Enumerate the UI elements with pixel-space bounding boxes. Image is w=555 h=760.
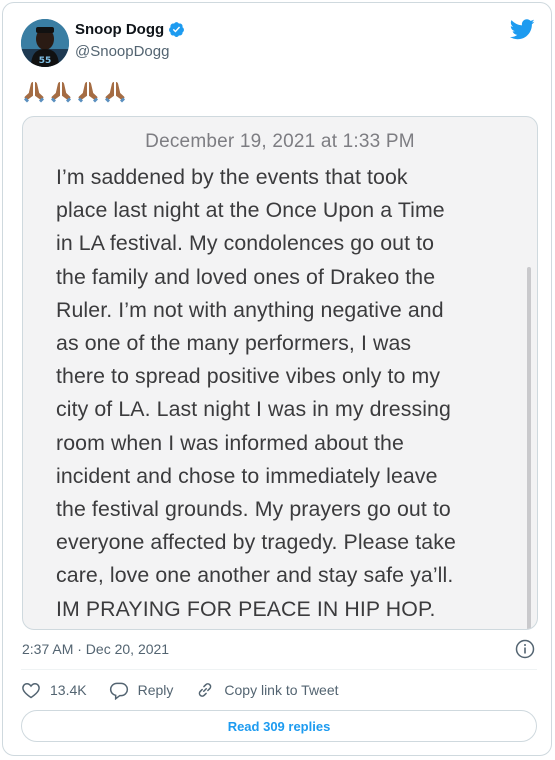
tweet-card: 55 Snoop Dogg @SnoopDogg 🙏🏾🙏🏾🙏🏾🙏🏾 bbox=[2, 2, 552, 756]
reply-label: Reply bbox=[137, 682, 174, 698]
praying-hands-icon bbox=[105, 82, 125, 103]
note-line: city of LA. Last night I was in my dress… bbox=[56, 397, 451, 422]
note-line: there to spread positive vibes only to m… bbox=[56, 364, 441, 389]
like-button[interactable]: 13.4K bbox=[21, 680, 87, 700]
copy-link-label: Copy link to Tweet bbox=[224, 682, 339, 698]
note-line: room when I was informed about the bbox=[56, 430, 404, 455]
praying-hands-icon bbox=[51, 82, 71, 103]
note-line: I’m saddened by the events that took bbox=[56, 165, 408, 189]
verified-badge-icon bbox=[169, 22, 185, 37]
note-line: as one of the many performers, I was bbox=[56, 331, 412, 356]
note-line: in LA festival. My condolences go out to bbox=[56, 231, 435, 256]
reply-button[interactable]: Reply bbox=[109, 680, 174, 700]
praying-hands-icon bbox=[24, 82, 44, 103]
copy-link-button[interactable]: Copy link to Tweet bbox=[195, 680, 339, 700]
like-count: 13.4K bbox=[50, 682, 87, 698]
tweet-actions: 13.4K Reply Copy link to Tweet bbox=[21, 680, 361, 700]
note-line: everyone affected by tragedy. Please tak… bbox=[56, 530, 456, 555]
praying-hands-emoji-row: 🙏🏾🙏🏾🙏🏾🙏🏾 bbox=[21, 79, 128, 105]
author-name-row[interactable]: Snoop Dogg bbox=[75, 21, 185, 38]
link-icon bbox=[199, 683, 212, 697]
author-handle[interactable]: @SnoopDogg bbox=[75, 43, 169, 60]
tweet-timestamp[interactable]: 2:37 AM · Dec 20, 2021 bbox=[22, 641, 169, 657]
praying-hands-icon bbox=[78, 82, 98, 103]
twitter-bird-icon[interactable] bbox=[510, 19, 535, 40]
note-scrollbar bbox=[527, 267, 531, 629]
divider bbox=[21, 669, 537, 670]
avatar[interactable]: 55 bbox=[21, 19, 69, 67]
note-line: Ruler. I’m not with anything negative an… bbox=[56, 297, 444, 322]
heart-icon bbox=[22, 682, 40, 699]
note-line: incident and chose to immediately leave bbox=[56, 463, 438, 488]
note-line: the family and loved ones of Drakeo the bbox=[56, 264, 436, 289]
note-line: place last night at the Once Upon a Time bbox=[56, 198, 445, 223]
note-date: December 19, 2021 at 1:33 PM bbox=[145, 131, 415, 152]
reply-bubble-icon bbox=[109, 682, 128, 700]
read-replies-button[interactable]: Read 309 replies bbox=[21, 710, 537, 742]
note-line: IM PRAYING FOR PEACE IN HIP HOP. bbox=[56, 596, 436, 621]
avatar-image: 55 bbox=[21, 19, 69, 67]
display-name[interactable]: Snoop Dogg bbox=[75, 21, 164, 38]
svg-text:55: 55 bbox=[39, 56, 52, 66]
note-body: I’m saddened by the events that took pla… bbox=[56, 161, 526, 626]
note-line: care, love one another and stay safe ya’… bbox=[56, 563, 454, 588]
note-line: the festival grounds. My prayers go out … bbox=[56, 497, 451, 522]
tweet-image-notes-screenshot[interactable]: December 19, 2021 at 1:33 PM I’m saddene… bbox=[22, 116, 538, 630]
info-icon[interactable] bbox=[515, 639, 535, 659]
